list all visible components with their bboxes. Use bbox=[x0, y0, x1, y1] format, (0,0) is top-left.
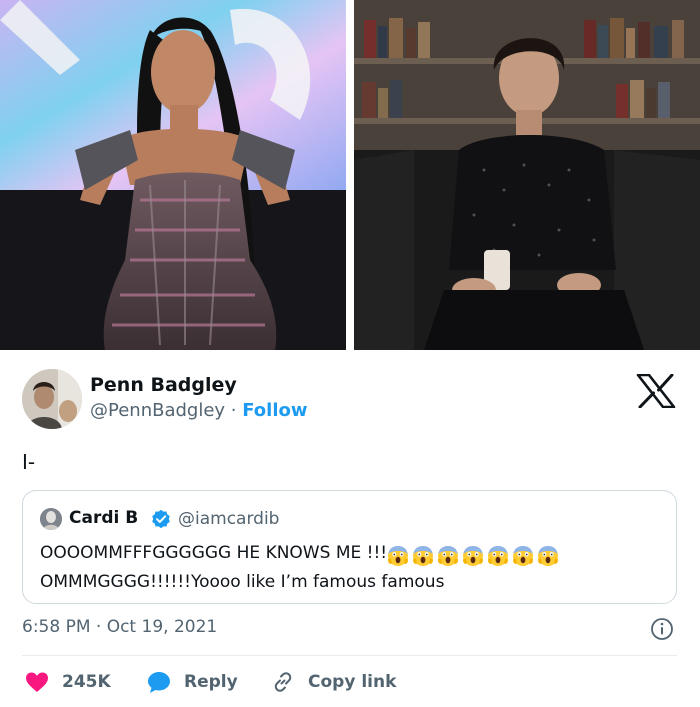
copy-link-label: Copy link bbox=[308, 672, 397, 692]
quote-avatar-image bbox=[40, 508, 62, 530]
photo-left-illustration bbox=[0, 0, 346, 350]
tweet-timestamp[interactable]: 6:58 PM · Oct 19, 2021 bbox=[22, 617, 217, 637]
author-handle[interactable]: @PennBadgley bbox=[90, 400, 225, 421]
media-photo-right[interactable] bbox=[354, 0, 700, 350]
like-count: 245K bbox=[62, 672, 111, 692]
face-screaming-in-fear-icon bbox=[412, 545, 434, 567]
face-screaming-in-fear-icon bbox=[487, 545, 509, 567]
tweet-media bbox=[0, 0, 700, 350]
tweet-card: Penn Badgley @PennBadgley · Follow I- Ca… bbox=[0, 350, 700, 707]
face-screaming-in-fear-icon bbox=[437, 545, 459, 567]
author-avatar[interactable] bbox=[22, 369, 82, 429]
link-icon bbox=[270, 669, 296, 695]
reply-label: Reply bbox=[184, 672, 238, 692]
quote-author-avatar[interactable] bbox=[40, 508, 62, 530]
quote-text-part2: OMMMGGGG!!!!!!Yoooo like I’m famous famo… bbox=[40, 572, 445, 592]
info-icon[interactable] bbox=[650, 617, 674, 641]
author-line: @PennBadgley · Follow bbox=[90, 400, 308, 421]
divider bbox=[22, 655, 677, 656]
face-screaming-in-fear-icon bbox=[462, 545, 484, 567]
quote-text: OOOOMMFFFGGGGGG HE KNOWS ME !!! OMMMGGGG… bbox=[40, 540, 670, 595]
verified-badge-icon bbox=[151, 509, 171, 529]
like-button[interactable]: 245K bbox=[24, 668, 111, 696]
face-screaming-in-fear-icon bbox=[537, 545, 559, 567]
media-photo-left[interactable] bbox=[0, 0, 346, 350]
tweet-actions: 245K Reply Copy link bbox=[22, 668, 677, 696]
tweet-text: I- bbox=[22, 450, 36, 474]
heart-icon bbox=[24, 669, 50, 695]
handle-separator: · bbox=[225, 400, 243, 421]
face-screaming-in-fear-icon bbox=[512, 545, 534, 567]
copy-link-button[interactable]: Copy link bbox=[270, 668, 396, 696]
author-avatar-image bbox=[22, 369, 82, 429]
quoted-tweet[interactable]: Cardi B @iamcardib OOOOMMFFFGGGGGG HE KN… bbox=[22, 490, 677, 604]
x-logo-icon[interactable] bbox=[636, 374, 676, 408]
quote-author-handle[interactable]: @iamcardib bbox=[178, 509, 279, 529]
quote-text-part1: OOOOMMFFFGGGGGG HE KNOWS ME !!! bbox=[40, 543, 388, 563]
follow-link[interactable]: Follow bbox=[242, 400, 307, 421]
emoji-row bbox=[387, 543, 562, 569]
face-screaming-in-fear-icon bbox=[387, 545, 409, 567]
photo-right-illustration bbox=[354, 0, 700, 350]
reply-bubble-icon bbox=[146, 669, 172, 695]
quote-author-name[interactable]: Cardi B bbox=[69, 508, 138, 528]
reply-button[interactable]: Reply bbox=[146, 668, 238, 696]
author-name[interactable]: Penn Badgley bbox=[90, 374, 237, 396]
